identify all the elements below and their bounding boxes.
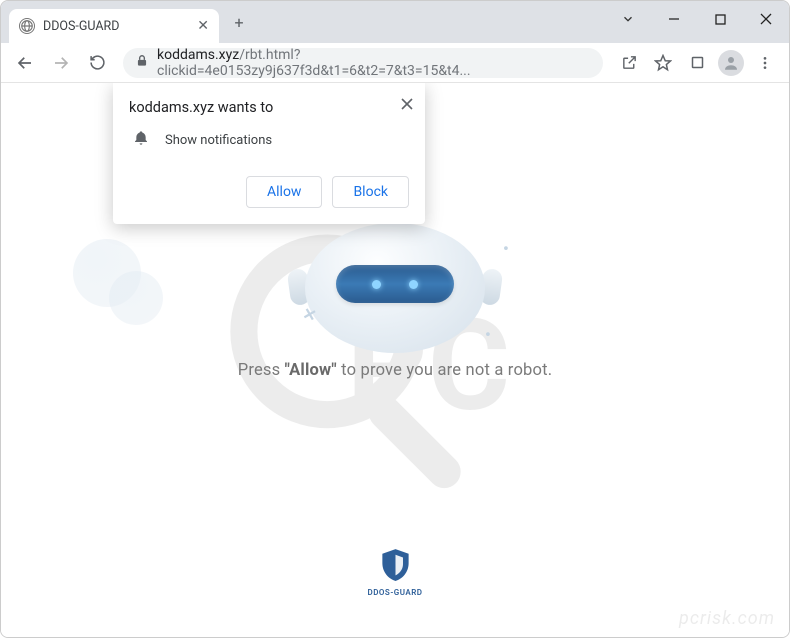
permission-dialog: koddams.xyz wants to Show notifications … — [113, 83, 425, 224]
toolbar: koddams.xyz/rbt.html?clickid=4e0153zy9j6… — [1, 43, 789, 83]
back-button[interactable] — [9, 47, 41, 79]
share-icon[interactable] — [613, 47, 645, 79]
profile-button[interactable] — [715, 47, 747, 79]
prompt-suffix: to prove you are not a robot. — [337, 361, 552, 380]
globe-icon — [19, 18, 35, 34]
allow-button[interactable]: Allow — [246, 176, 322, 208]
url-host: koddams.xyz — [157, 47, 239, 63]
block-button[interactable]: Block — [332, 176, 409, 208]
browser-window: DDOS-GUARD ✕ + koddams.xyz/rbt.html?clic… — [0, 0, 790, 638]
permission-request-row: Show notifications — [129, 130, 409, 150]
address-bar[interactable]: koddams.xyz/rbt.html?clickid=4e0153zy9j6… — [123, 48, 603, 78]
maximize-button[interactable] — [697, 3, 743, 35]
avatar-icon — [718, 50, 744, 76]
permission-title: koddams.xyz wants to — [129, 99, 409, 116]
reload-button[interactable] — [81, 47, 113, 79]
tab-search-icon[interactable] — [605, 3, 651, 35]
prompt-prefix: Press — [238, 361, 285, 380]
close-icon[interactable] — [401, 95, 413, 114]
page-content: PC pcrisk.com ✕ ✕ • • Press "Allow" to p… — [1, 83, 789, 637]
shield-icon — [380, 548, 410, 582]
bell-icon — [133, 130, 149, 150]
captcha-prompt: Press "Allow" to prove you are not a rob… — [1, 361, 789, 380]
url-text: koddams.xyz/rbt.html?clickid=4e0153zy9j6… — [157, 47, 591, 79]
toolbar-right — [613, 47, 781, 79]
titlebar: DDOS-GUARD ✕ + — [1, 1, 789, 43]
permission-actions: Allow Block — [129, 176, 409, 208]
watermark-text: pcrisk.com — [679, 608, 775, 629]
browser-tab[interactable]: DDOS-GUARD ✕ — [9, 9, 219, 43]
footer-badge: DDOS-GUARD — [367, 548, 422, 597]
menu-button[interactable] — [749, 47, 781, 79]
close-window-button[interactable] — [743, 3, 789, 35]
prompt-bold: "Allow" — [285, 361, 337, 380]
permission-request-text: Show notifications — [165, 133, 272, 148]
window-controls — [605, 1, 789, 37]
tab-title: DDOS-GUARD — [43, 19, 119, 34]
lock-icon — [135, 54, 149, 72]
new-tab-button[interactable]: + — [225, 8, 253, 36]
extensions-icon[interactable] — [681, 47, 713, 79]
close-tab-icon[interactable]: ✕ — [197, 18, 209, 34]
forward-button[interactable] — [45, 47, 77, 79]
footer-label: DDOS-GUARD — [367, 588, 422, 597]
minimize-button[interactable] — [651, 3, 697, 35]
bookmark-icon[interactable] — [647, 47, 679, 79]
decorative-circle — [109, 271, 163, 325]
